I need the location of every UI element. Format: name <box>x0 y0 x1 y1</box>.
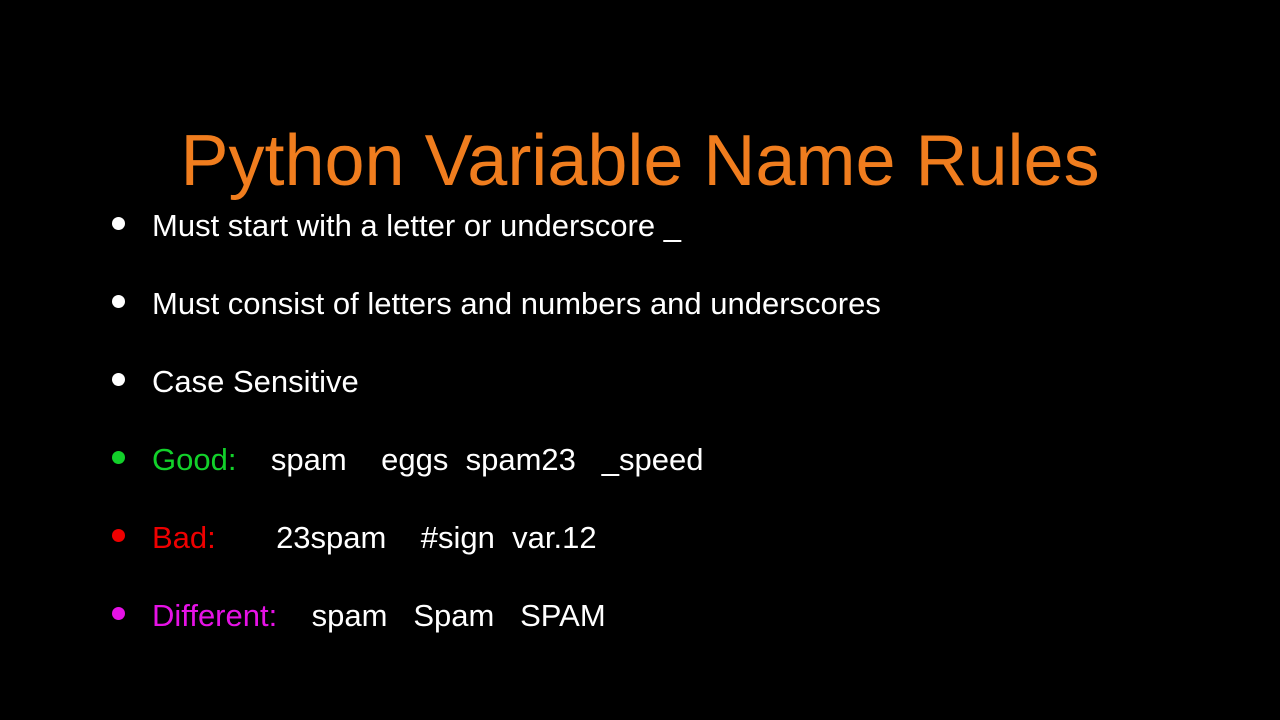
list-item-text: Bad: 23spam #sign var.12 <box>152 517 597 559</box>
list-item: Must start with a letter or underscore _ <box>112 205 1232 283</box>
list-item-different: Different: spam Spam SPAM <box>112 595 1232 673</box>
list-item: Case Sensitive <box>112 361 1232 439</box>
list-item-good: Good: spam eggs spam23 _speed <box>112 439 1232 517</box>
list-item-label: Must start with a letter or underscore _ <box>152 208 681 243</box>
bullet-point-icon <box>112 451 125 464</box>
bullet-point-icon <box>112 295 125 308</box>
bullet-point-icon <box>112 373 125 386</box>
list-item-label: Must consist of letters and numbers and … <box>152 286 881 321</box>
list-item-examples: 23spam #sign var.12 <box>215 520 597 555</box>
bullet-point-icon <box>112 607 125 620</box>
list-item: Must consist of letters and numbers and … <box>112 283 1232 361</box>
bullet-list: Must start with a letter or underscore _… <box>112 205 1232 673</box>
list-item-bad: Bad: 23spam #sign var.12 <box>112 517 1232 595</box>
bullet-point-icon <box>112 529 125 542</box>
list-item-text: Different: spam Spam SPAM <box>152 595 606 637</box>
list-item-examples: spam Spam SPAM <box>277 598 606 633</box>
list-item-label: Different: <box>152 598 278 633</box>
slide: Python Variable Name Rules Must start wi… <box>0 0 1280 720</box>
list-item-text: Must start with a letter or underscore _ <box>152 205 681 247</box>
list-item-label: Case Sensitive <box>152 364 359 399</box>
bullet-point-icon <box>112 217 125 230</box>
list-item-text: Must consist of letters and numbers and … <box>152 283 881 325</box>
list-item-label: Good: <box>152 442 237 477</box>
list-item-examples: spam eggs spam23 _speed <box>236 442 704 477</box>
page-title: Python Variable Name Rules <box>180 121 1100 202</box>
list-item-text: Case Sensitive <box>152 361 359 403</box>
list-item-text: Good: spam eggs spam23 _speed <box>152 439 703 481</box>
list-item-label: Bad: <box>152 520 216 555</box>
